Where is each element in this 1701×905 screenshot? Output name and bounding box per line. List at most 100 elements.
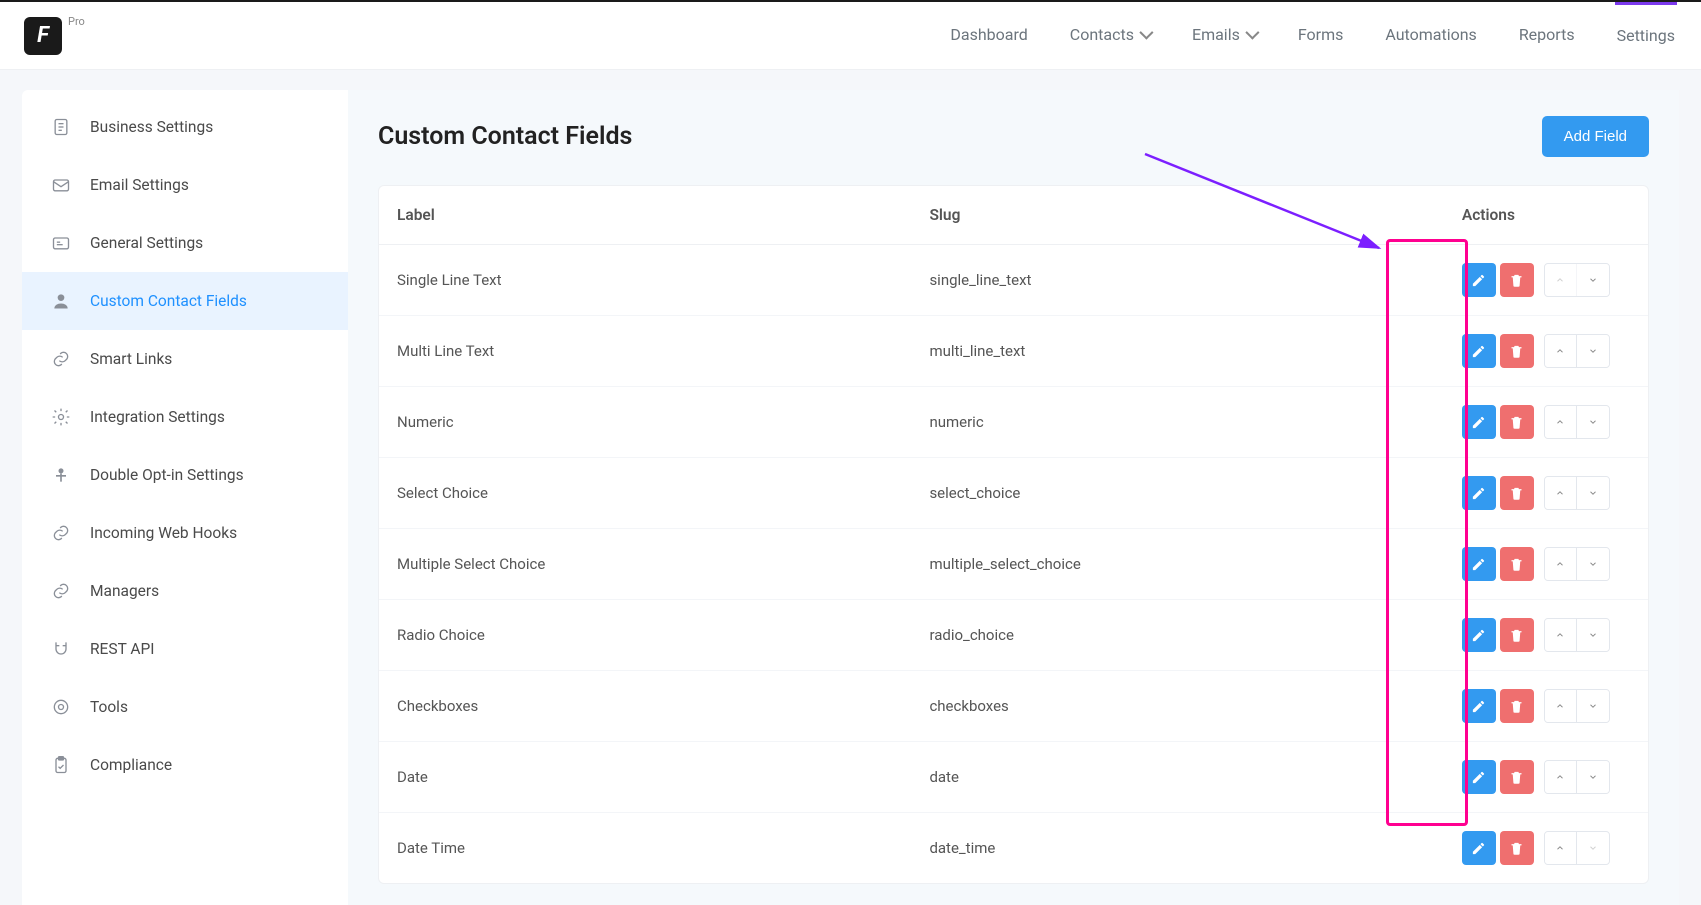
sidebar-item-label: Tools xyxy=(90,698,128,716)
edit-button[interactable] xyxy=(1462,476,1496,510)
edit-button[interactable] xyxy=(1462,405,1496,439)
sidebar-item-business-settings[interactable]: Business Settings xyxy=(22,98,348,156)
sidebar-item-label: Business Settings xyxy=(90,118,213,136)
cell-actions xyxy=(1444,529,1648,600)
sidebar-item-custom-contact-fields[interactable]: Custom Contact Fields xyxy=(22,272,348,330)
move-up-button[interactable] xyxy=(1545,761,1577,793)
move-up-button[interactable] xyxy=(1545,832,1577,864)
table-row: Numericnumeric xyxy=(379,387,1648,458)
delete-button[interactable] xyxy=(1500,760,1534,794)
delete-button[interactable] xyxy=(1500,831,1534,865)
circle-icon xyxy=(50,696,72,718)
table-row: Select Choiceselect_choice xyxy=(379,458,1648,529)
topnav-item-dashboard[interactable]: Dashboard xyxy=(948,2,1029,69)
logo[interactable]: F Pro xyxy=(24,17,85,55)
sidebar-item-integration-settings[interactable]: Integration Settings xyxy=(22,388,348,446)
cell-slug: date xyxy=(911,742,1443,813)
cell-label: Single Line Text xyxy=(379,245,911,316)
cell-slug: select_choice xyxy=(911,458,1443,529)
table-row: Radio Choiceradio_choice xyxy=(379,600,1648,671)
sidebar-item-double-opt-in-settings[interactable]: Double Opt-in Settings xyxy=(22,446,348,504)
cell-actions xyxy=(1444,458,1648,529)
delete-button[interactable] xyxy=(1500,405,1534,439)
sidebar-item-email-settings[interactable]: Email Settings xyxy=(22,156,348,214)
edit-button[interactable] xyxy=(1462,547,1496,581)
move-up-button[interactable] xyxy=(1545,548,1577,580)
move-up-button[interactable] xyxy=(1545,690,1577,722)
sidebar-item-label: Integration Settings xyxy=(90,408,225,426)
move-up-button[interactable] xyxy=(1545,477,1577,509)
edit-button[interactable] xyxy=(1462,760,1496,794)
sidebar-item-label: Incoming Web Hooks xyxy=(90,524,237,542)
move-down-button[interactable] xyxy=(1577,406,1609,438)
move-down-button[interactable] xyxy=(1577,619,1609,651)
move-down-button[interactable] xyxy=(1577,761,1609,793)
doc-icon xyxy=(50,116,72,138)
topbar: F Pro Dashboard Contacts Emails Forms Automa… xyxy=(0,2,1701,70)
move-down-button[interactable] xyxy=(1577,548,1609,580)
add-field-button[interactable]: Add Field xyxy=(1542,116,1649,157)
edit-button[interactable] xyxy=(1462,618,1496,652)
move-down-button[interactable] xyxy=(1577,690,1609,722)
sidebar-item-managers[interactable]: Managers xyxy=(22,562,348,620)
sidebar-item-tools[interactable]: Tools xyxy=(22,678,348,736)
sidebar-item-label: Double Opt-in Settings xyxy=(90,466,244,484)
delete-button[interactable] xyxy=(1500,689,1534,723)
move-up-button xyxy=(1545,264,1577,296)
cell-slug: multiple_select_choice xyxy=(911,529,1443,600)
col-slug-header: Slug xyxy=(911,186,1443,245)
cell-actions xyxy=(1444,671,1648,742)
cell-label: Multiple Select Choice xyxy=(379,529,911,600)
delete-button[interactable] xyxy=(1500,476,1534,510)
sidebar-item-general-settings[interactable]: General Settings xyxy=(22,214,348,272)
cell-slug: numeric xyxy=(911,387,1443,458)
edit-button[interactable] xyxy=(1462,689,1496,723)
cell-label: Date Time xyxy=(379,813,911,884)
sidebar-item-label: Smart Links xyxy=(90,350,172,368)
col-actions-header: Actions xyxy=(1444,186,1648,245)
main-content: Custom Contact Fields Add Field Label Sl… xyxy=(348,90,1679,905)
sidebar-item-label: REST API xyxy=(90,640,154,658)
topnav-label: Settings xyxy=(1617,26,1675,45)
topnav-item-reports[interactable]: Reports xyxy=(1517,2,1577,69)
move-up-button[interactable] xyxy=(1545,619,1577,651)
topnav-item-settings[interactable]: Settings xyxy=(1615,2,1677,69)
sidebar-item-compliance[interactable]: Compliance xyxy=(22,736,348,794)
move-down-button xyxy=(1577,832,1609,864)
delete-button[interactable] xyxy=(1500,334,1534,368)
col-label-header: Label xyxy=(379,186,911,245)
delete-button[interactable] xyxy=(1500,263,1534,297)
delete-button[interactable] xyxy=(1500,618,1534,652)
move-down-button[interactable] xyxy=(1577,335,1609,367)
clipboard-icon xyxy=(50,754,72,776)
sidebar-item-label: General Settings xyxy=(90,234,203,252)
sidebar-item-incoming-web-hooks[interactable]: Incoming Web Hooks xyxy=(22,504,348,562)
topnav-item-emails[interactable]: Emails xyxy=(1190,2,1258,69)
cell-slug: radio_choice xyxy=(911,600,1443,671)
move-down-button[interactable] xyxy=(1577,477,1609,509)
edit-button[interactable] xyxy=(1462,334,1496,368)
sidebar-item-label: Compliance xyxy=(90,756,172,774)
table-row: Multiple Select Choicemultiple_select_ch… xyxy=(379,529,1648,600)
sidebar-item-rest-api[interactable]: REST API xyxy=(22,620,348,678)
cell-actions xyxy=(1444,813,1648,884)
topnav-item-forms[interactable]: Forms xyxy=(1296,2,1346,69)
sidebar-item-smart-links[interactable]: Smart Links xyxy=(22,330,348,388)
edit-button[interactable] xyxy=(1462,831,1496,865)
topnav-label: Forms xyxy=(1298,25,1344,44)
magnet-icon xyxy=(50,638,72,660)
delete-button[interactable] xyxy=(1500,547,1534,581)
cell-label: Checkboxes xyxy=(379,671,911,742)
pro-badge: Pro xyxy=(68,15,85,28)
edit-button[interactable] xyxy=(1462,263,1496,297)
move-up-button[interactable] xyxy=(1545,406,1577,438)
cell-label: Radio Choice xyxy=(379,600,911,671)
move-down-button[interactable] xyxy=(1577,264,1609,296)
sidebar-item-label: Custom Contact Fields xyxy=(90,292,247,310)
link-icon xyxy=(50,580,72,602)
move-up-button[interactable] xyxy=(1545,335,1577,367)
topnav-item-automations[interactable]: Automations xyxy=(1383,2,1478,69)
topnav-item-contacts[interactable]: Contacts xyxy=(1068,2,1152,69)
cell-actions xyxy=(1444,600,1648,671)
chevron-down-icon xyxy=(1245,26,1259,40)
